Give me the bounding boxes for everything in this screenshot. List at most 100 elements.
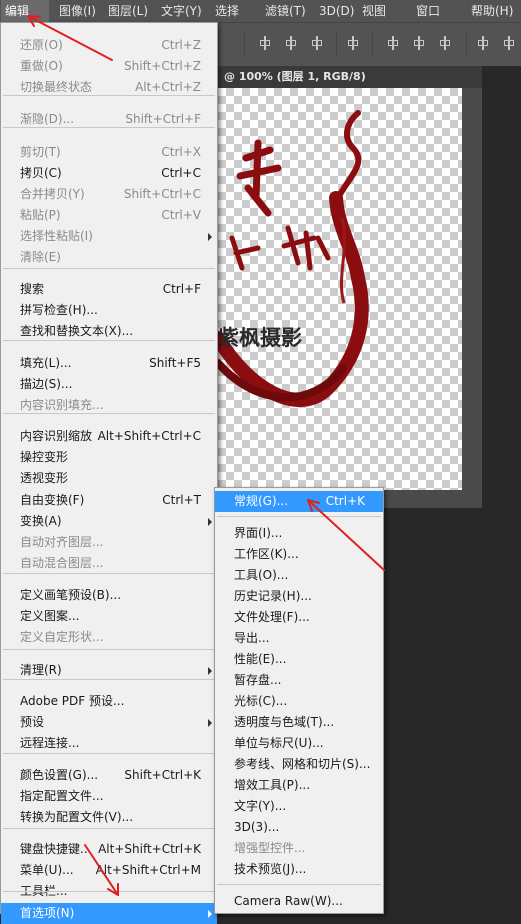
preferences-menu-item[interactable]: Camera Raw(W)... [215,891,383,912]
menu-item-label: 定义自定形状... [20,630,104,644]
align-left-icon[interactable] [258,36,272,50]
menu-separator [3,573,215,574]
menu-help[interactable]: 帮助(H) [467,0,519,22]
edit-menu-item[interactable]: 颜色设置(G)... Shift+Ctrl+K [1,765,217,786]
menu-type[interactable]: 文字(Y) [157,0,209,22]
menu-item-shortcut: Alt+Shift+Ctrl+K [98,842,201,856]
edit-menu-item: 还原(O) Ctrl+Z [1,35,217,56]
calligraphy-stroke [281,225,331,271]
edit-menu-item[interactable]: 查找和替换文本(X)... [1,321,217,342]
edit-menu-item[interactable]: 清理(R) [1,660,217,681]
menu-item-label: 粘贴(P) [20,208,61,222]
menu-3d[interactable]: 3D(D) [315,0,355,22]
preferences-menu-item[interactable]: 工作区(K)... [215,544,383,565]
toolbar-divider [244,33,245,55]
distribute-horizontal-icon[interactable] [502,36,516,50]
preferences-menu-item[interactable]: 常规(G)... Ctrl+K [215,491,383,512]
menu-separator [217,884,381,885]
menu-window[interactable]: 窗口(W) [412,0,464,40]
preferences-menu-item[interactable]: 工具(O)... [215,565,383,586]
edit-menu-item[interactable]: 远程连接... [1,733,217,754]
preferences-menu-item[interactable]: 透明度与色域(T)... [215,712,383,733]
menu-item-label: 文件处理(F)... [234,610,310,624]
submenu-arrow-icon [208,719,212,727]
menu-item-label: 描边(S)... [20,377,73,391]
preferences-menu-item[interactable]: 3D(3)... [215,817,383,838]
toolbar-divider [336,33,337,55]
edit-menu-item[interactable]: 变换(A) [1,511,217,532]
menu-item-shortcut: Shift+F5 [149,356,201,370]
preferences-menu-item[interactable]: 导出... [215,628,383,649]
menu-item-label: 常规(G)... [234,494,289,508]
menu-item-label: Camera Raw(W)... [234,894,343,908]
menu-item-shortcut: Shift+Ctrl+C [123,187,201,201]
menu-filter[interactable]: 滤镜(T) [261,0,311,22]
edit-menu-item[interactable]: 转换为配置文件(V)... [1,807,217,828]
preferences-menu-item[interactable]: 性能(E)... [215,649,383,670]
menu-separator [3,268,215,269]
align-right-icon[interactable] [310,36,324,50]
menu-layer[interactable]: 图层(L) [104,0,154,22]
edit-menu-item[interactable]: 搜索 Ctrl+F [1,279,217,300]
preferences-menu-item[interactable]: 界面(I)... [215,523,383,544]
preferences-menu-item: 增强型控件... [215,838,383,859]
edit-menu-item[interactable]: 自由变换(F) Ctrl+T [1,490,217,511]
edit-menu-item[interactable]: 操控变形 [1,447,217,468]
preferences-menu-item[interactable]: 文件处理(F)... [215,607,383,628]
menu-item-label: 导出... [234,631,270,645]
menu-image[interactable]: 图像(I) [55,0,101,22]
preferences-menu-item[interactable]: 参考线、网格和切片(S)... [215,754,383,775]
align-center-icon[interactable] [284,36,298,50]
preferences-menu-item[interactable]: 技术预览(J)... [215,859,383,880]
preferences-menu-item[interactable]: 暂存盘... [215,670,383,691]
menu-select[interactable]: 选择(S) [211,0,259,40]
preferences-menu-item[interactable]: 文字(Y)... [215,796,383,817]
edit-menu-item[interactable]: 键盘快捷键... Alt+Shift+Ctrl+K [1,839,217,860]
align-middle-icon[interactable] [412,36,426,50]
menu-item-label: 工具(O)... [234,568,289,582]
preferences-menu-item[interactable]: 增效工具(P)... [215,775,383,796]
menu-item-label: 还原(O) [20,38,63,52]
align-bottom-icon[interactable] [438,36,452,50]
edit-menu-item[interactable]: 内容识别缩放 Alt+Shift+Ctrl+C [1,426,217,447]
menu-separator [3,679,215,680]
menu-item-label: 变换(A) [20,514,62,528]
menu-view[interactable]: 视图(V) [358,0,404,40]
menu-item-label: 暂存盘... [234,673,282,687]
edit-menu-item[interactable]: 透视变形 [1,468,217,489]
logo-artwork: 紫枫摄影 [211,110,369,407]
edit-menu-item[interactable]: 定义图案... [1,606,217,627]
workspace-background [482,66,521,914]
vertical-scrollbar[interactable] [462,88,482,490]
menu-item-label: 内容识别缩放 [20,429,93,443]
menu-separator [3,95,215,96]
edit-menu-item[interactable]: 描边(S)... [1,374,217,395]
document-tab[interactable]: @ 100% (图层 1, RGB/8) [218,66,482,89]
distribute-icon[interactable] [346,36,360,50]
menu-item-label: 键盘快捷键... [20,842,92,856]
edit-menu-item[interactable]: 拷贝(C) Ctrl+C [1,163,217,184]
menu-item-label: 颜色设置(G)... [20,768,99,782]
edit-menu-item[interactable]: 菜单(U)... Alt+Shift+Ctrl+M [1,860,217,881]
edit-menu-item[interactable]: 填充(L)... Shift+F5 [1,353,217,374]
menu-edit[interactable]: 编辑(E) [1,0,49,40]
preferences-menu-item[interactable]: 历史记录(H)... [215,586,383,607]
menu-item-shortcut: Ctrl+F [162,282,201,296]
preferences-menu-item[interactable]: 光标(C)... [215,691,383,712]
align-top-icon[interactable] [386,36,400,50]
edit-menu-item[interactable]: 指定配置文件... [1,786,217,807]
distribute-vertical-icon[interactable] [476,36,490,50]
edit-menu-item[interactable]: Adobe PDF 预设... [1,691,217,712]
edit-menu-item[interactable]: 预设 [1,712,217,733]
canvas[interactable]: 紫枫摄影 [211,88,462,490]
edit-menu-item[interactable]: 定义画笔预设(B)... [1,585,217,606]
edit-menu-item: 自动混合图层... [1,553,217,574]
edit-menu-item[interactable]: 拼写检查(H)... [1,300,217,321]
edit-menu-item: 粘贴(P) Ctrl+V [1,205,217,226]
menu-item-shortcut: Ctrl+T [162,493,201,507]
menu-item-label: 重做(O) [20,59,63,73]
menu-separator [3,828,215,829]
menu-item-label: 文字(Y)... [234,799,287,813]
menu-item-label: 性能(E)... [234,652,287,666]
preferences-menu-item[interactable]: 单位与标尺(U)... [215,733,383,754]
